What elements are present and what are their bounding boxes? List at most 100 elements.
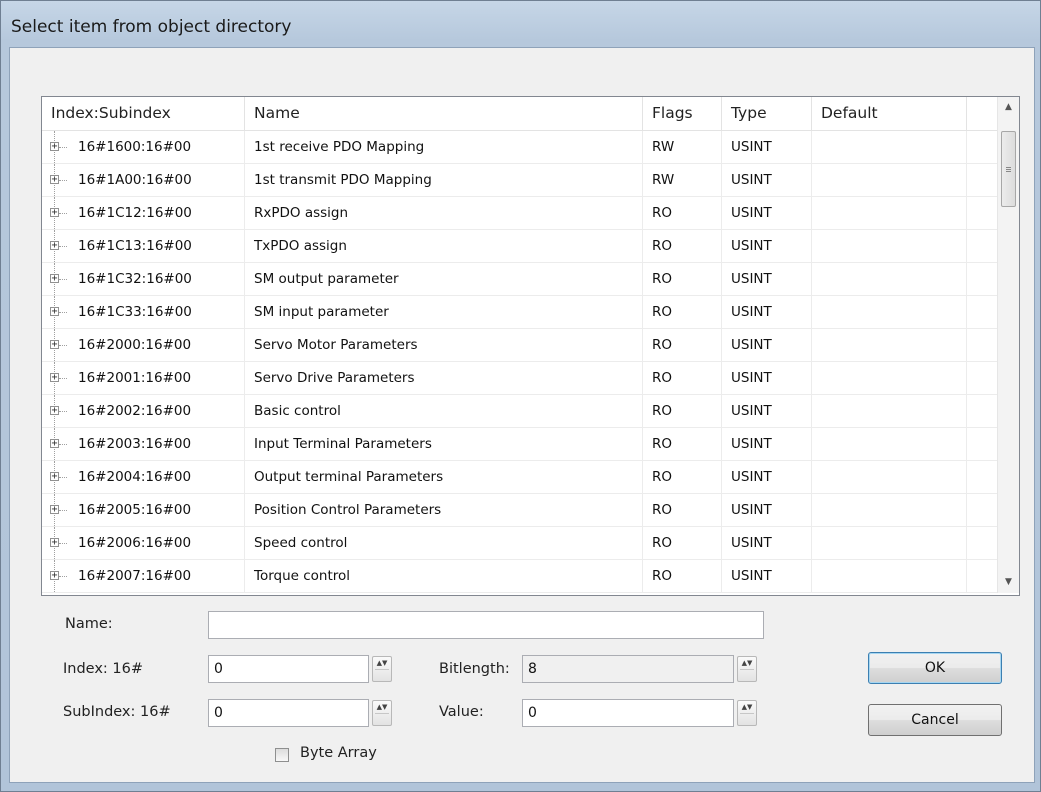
index-text: 16#1600:16#00: [78, 139, 192, 155]
cell-name: Servo Drive Parameters: [245, 362, 643, 394]
expand-plus-icon[interactable]: +: [50, 307, 59, 317]
table-row[interactable]: +16#2007:16#00 Torque control RO USINT: [42, 560, 997, 593]
table-row[interactable]: +16#1C32:16#00 SM output parameter RO USINT: [42, 263, 997, 296]
cell-index: +16#2005:16#00: [42, 494, 245, 526]
tree-connector: [59, 345, 67, 346]
cell-type: USINT: [722, 494, 812, 526]
cell-name: Basic control: [245, 395, 643, 427]
tree-connector: [59, 576, 67, 577]
column-header-type[interactable]: Type: [722, 97, 812, 130]
tree-connector: [59, 543, 67, 544]
table-row[interactable]: +16#2000:16#00 Servo Motor Parameters RO US…: [42, 329, 997, 362]
cell-type: USINT: [722, 296, 812, 328]
tree-connector: [59, 510, 67, 511]
cancel-button[interactable]: Cancel: [868, 704, 1002, 736]
cell-default: [812, 197, 967, 229]
expand-plus-icon[interactable]: +: [50, 406, 59, 416]
expand-plus-icon[interactable]: +: [50, 571, 59, 581]
cell-name: 1st receive PDO Mapping: [245, 131, 643, 163]
index-spin-icon[interactable]: ▲ ▼: [372, 656, 392, 682]
bitlength-spin-icon[interactable]: ▲ ▼: [737, 656, 757, 682]
table-row[interactable]: +16#2004:16#00 Output terminal Parameters…: [42, 461, 997, 494]
cell-type: USINT: [722, 230, 812, 262]
scroll-up-icon[interactable]: ▲: [998, 97, 1019, 118]
cell-flags: RO: [643, 362, 722, 394]
cell-default: [812, 428, 967, 460]
cell-flags: RO: [643, 395, 722, 427]
column-header-name[interactable]: Name: [245, 97, 643, 130]
cell-default: [812, 263, 967, 295]
column-header-default[interactable]: Default: [812, 97, 967, 130]
index-text: 16#1C12:16#00: [78, 205, 192, 221]
cell-flags: RO: [643, 230, 722, 262]
vertical-scrollbar[interactable]: ▲ ▼: [997, 97, 1019, 593]
cell-name: Servo Motor Parameters: [245, 329, 643, 361]
scroll-down-icon[interactable]: ▼: [998, 572, 1019, 593]
cell-type: USINT: [722, 329, 812, 361]
table-row[interactable]: +16#2002:16#00 Basic control RO USINT: [42, 395, 997, 428]
table-row[interactable]: +16#1C13:16#00 TxPDO assign RO USINT: [42, 230, 997, 263]
expand-plus-icon[interactable]: +: [50, 208, 59, 218]
tree-connector: [59, 477, 67, 478]
tree-connector: [59, 246, 67, 247]
object-directory-list[interactable]: Index:Subindex Name Flags Type Default +…: [41, 96, 1020, 596]
scroll-thumb[interactable]: [1001, 131, 1016, 207]
cell-index: +16#1C33:16#00: [42, 296, 245, 328]
subindex-field[interactable]: 0: [208, 699, 369, 727]
column-header-flags[interactable]: Flags: [643, 97, 722, 130]
byte-array-checkbox[interactable]: [275, 748, 289, 762]
title-bar[interactable]: Select item from object directory: [1, 1, 1040, 47]
expand-plus-icon[interactable]: +: [50, 538, 59, 548]
expand-plus-icon[interactable]: +: [50, 241, 59, 251]
index-text: 16#2006:16#00: [78, 535, 192, 551]
cell-flags: RO: [643, 527, 722, 559]
cell-flags: RO: [643, 329, 722, 361]
table-row[interactable]: +16#2003:16#00 Input Terminal Parameters R…: [42, 428, 997, 461]
index-field[interactable]: 0: [208, 655, 369, 683]
index-text: 16#2000:16#00: [78, 337, 192, 353]
column-header-index[interactable]: Index:Subindex: [42, 97, 245, 130]
expand-plus-icon[interactable]: +: [50, 373, 59, 383]
cell-default: [812, 131, 967, 163]
cell-index: +16#2004:16#00: [42, 461, 245, 493]
cell-name: Position Control Parameters: [245, 494, 643, 526]
cell-index: +16#2000:16#00: [42, 329, 245, 361]
value-field[interactable]: 0: [522, 699, 734, 727]
cell-name: Speed control: [245, 527, 643, 559]
subindex-spin-icon[interactable]: ▲ ▼: [372, 700, 392, 726]
index-text: 16#2004:16#00: [78, 469, 192, 485]
name-field[interactable]: [208, 611, 764, 639]
expand-plus-icon[interactable]: +: [50, 340, 59, 350]
cell-name: SM input parameter: [245, 296, 643, 328]
cell-name: TxPDO assign: [245, 230, 643, 262]
table-row[interactable]: +16#2005:16#00 Position Control Parameter…: [42, 494, 997, 527]
dialog-window: Select item from object directory Index:…: [0, 0, 1041, 792]
list-header: Index:Subindex Name Flags Type Default: [42, 97, 997, 131]
tree-connector: [59, 411, 67, 412]
ok-button[interactable]: OK: [868, 652, 1002, 684]
cell-flags: RO: [643, 560, 722, 592]
cell-default: [812, 494, 967, 526]
expand-plus-icon[interactable]: +: [50, 439, 59, 449]
table-row[interactable]: +16#1600:16#00 1st receive PDO Mapping RW U…: [42, 131, 997, 164]
value-spin-icon[interactable]: ▲ ▼: [737, 700, 757, 726]
expand-plus-icon[interactable]: +: [50, 505, 59, 515]
cell-default: [812, 560, 967, 592]
expand-plus-icon[interactable]: +: [50, 472, 59, 482]
expand-plus-icon[interactable]: +: [50, 142, 59, 152]
cell-flags: RW: [643, 131, 722, 163]
cell-type: USINT: [722, 362, 812, 394]
table-row[interactable]: +16#1A00:16#00 1st transmit PDO Mapping RW…: [42, 164, 997, 197]
cell-flags: RO: [643, 197, 722, 229]
table-row[interactable]: +16#1C33:16#00 SM input parameter RO USINT: [42, 296, 997, 329]
tree-connector: [59, 213, 67, 214]
table-row[interactable]: +16#2001:16#00 Servo Drive Parameters RO US…: [42, 362, 997, 395]
table-row[interactable]: +16#2006:16#00 Speed control RO USINT: [42, 527, 997, 560]
byte-array-label[interactable]: Byte Array: [300, 745, 377, 761]
cell-type: USINT: [722, 164, 812, 196]
expand-plus-icon[interactable]: +: [50, 175, 59, 185]
table-row[interactable]: +16#1C12:16#00 RxPDO assign RO USINT: [42, 197, 997, 230]
expand-plus-icon[interactable]: +: [50, 274, 59, 284]
cell-index: +16#2003:16#00: [42, 428, 245, 460]
bitlength-field[interactable]: 8: [522, 655, 734, 683]
